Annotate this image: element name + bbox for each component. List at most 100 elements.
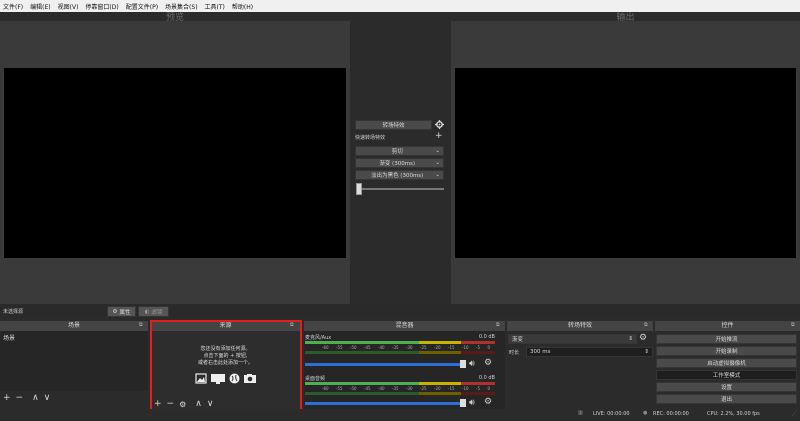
no-source-selected-label: 未选择源 — [3, 309, 24, 315]
sources-highlight-frame — [150, 320, 302, 414]
undock-icon[interactable]: ⧉ — [791, 322, 795, 328]
duration-value: 300 ms — [530, 349, 551, 355]
tick: -45 — [364, 386, 371, 391]
duration-label: 时长 — [509, 350, 520, 356]
undock-icon[interactable]: ⧉ — [644, 322, 648, 328]
live-status: LIVE: 00:00:00 — [593, 411, 630, 417]
add-scene-icon[interactable]: + — [3, 393, 11, 403]
studio-mode-button[interactable]: 工作室模式 — [656, 370, 797, 380]
exit-button[interactable]: 退出 — [656, 394, 797, 404]
tick: -25 — [420, 345, 427, 350]
mixer-channel-db: 0.0 dB — [478, 375, 495, 381]
undock-icon[interactable]: ⧉ — [139, 322, 143, 328]
t-bar-handle[interactable] — [356, 183, 362, 195]
preview-title: 预览 — [165, 13, 184, 23]
gear-icon: ⚙ — [112, 308, 118, 315]
filter-icon: ◐ — [144, 308, 150, 315]
quick-transition-fade-black-label: 淡出为黑色 (300ms) — [371, 173, 424, 179]
chevron-updown-icon: ⇕ — [628, 336, 633, 342]
scenes-dock: 场景 场景 + − ∧ ∨ — [0, 321, 148, 421]
transition-select-value: 渐变 — [512, 337, 524, 343]
quick-transition-cut[interactable]: 剪切 ⌄ — [355, 146, 444, 156]
level-meter — [305, 382, 495, 385]
program-title: 输出 — [616, 13, 635, 23]
chevron-down-icon: ⌄ — [435, 148, 440, 154]
tick: -60 — [322, 345, 329, 350]
transitions-dock-title: 转场特效 — [507, 321, 653, 331]
mixer-title: 混音器 — [304, 321, 505, 331]
start-virtual-camera-button[interactable]: 启动虚拟摄像机 — [656, 358, 797, 368]
start-recording-button[interactable]: 开始录制 — [656, 346, 797, 356]
tick: -40 — [378, 386, 385, 391]
mixer-channel-db: 0.0 dB — [478, 334, 495, 340]
volume-slider[interactable] — [305, 402, 463, 405]
remove-scene-icon[interactable]: − — [16, 393, 24, 403]
transition-button[interactable]: 转场特效 — [355, 120, 432, 130]
volume-slider[interactable] — [305, 363, 463, 366]
settings-button[interactable]: 设置 — [656, 382, 797, 392]
transition-gear-icon[interactable]: ⚙ — [639, 333, 647, 343]
tick: -10 — [462, 386, 469, 391]
tick: -50 — [350, 386, 357, 391]
mixer-channel-name: 桌面音频 — [305, 376, 326, 382]
speaker-icon[interactable]: 🔊︎ — [469, 359, 475, 369]
move-down-icon[interactable]: ∨ — [44, 393, 51, 403]
quick-transition-fade-label: 渐变 (300ms) — [379, 161, 416, 167]
mixer-gear-icon[interactable]: ⚙ — [484, 397, 492, 407]
cpu-fps-status: CPU: 2.2%, 30.00 fps — [707, 411, 760, 417]
transitions-dock: 转场特效 渐变 ⇕ ⚙ 时长 300 ms ⇕ — [507, 321, 653, 409]
move-up-icon[interactable]: ∧ — [32, 393, 39, 403]
undock-icon[interactable]: ⧉ — [290, 322, 294, 328]
tick: -30 — [406, 386, 413, 391]
volume-slider-handle[interactable] — [460, 399, 466, 407]
quick-transition-cut-label: 剪切 — [391, 149, 403, 155]
quick-transition-fade[interactable]: 渐变 (300ms) ⌄ — [355, 158, 444, 168]
chevron-down-icon: ⌄ — [435, 172, 440, 178]
transition-select[interactable]: 渐变 ⇕ — [508, 334, 637, 344]
quick-transitions-label: 快速转场特效 — [355, 135, 386, 141]
meter-dark — [305, 351, 495, 354]
meter-ticks: -60 -55 -50 -45 -40 -35 -30 -25 -20 -15 -10 -5 0 — [322, 386, 490, 391]
transition-gear-icon[interactable] — [434, 119, 445, 130]
tick: -55 — [336, 386, 343, 391]
duration-spinbox[interactable]: 300 ms ⇕ — [526, 347, 653, 357]
chevron-updown-icon: ⇕ — [644, 349, 649, 355]
preview-canvas[interactable] — [4, 68, 346, 258]
mixer-body: 麦克风/Aux 0.0 dB -60 -55 -50 -45 -40 -35 -30 -25-… — [304, 331, 505, 409]
undock-icon[interactable]: ⧉ — [496, 322, 500, 328]
record-indicator-icon: ● — [643, 410, 648, 416]
properties-button[interactable]: ⚙ 属性 — [107, 306, 136, 317]
speaker-icon[interactable]: 🔊︎ — [469, 398, 475, 408]
tick: -45 — [364, 345, 371, 350]
filters-button[interactable]: ◐ 滤镜 — [138, 306, 169, 317]
network-icon: ▥ — [578, 410, 583, 416]
tick: -30 — [406, 345, 413, 350]
tick: 0 — [487, 345, 490, 350]
mixer-gear-icon[interactable]: ⚙ — [484, 358, 492, 368]
scenes-list: 场景 — [0, 331, 148, 391]
scene-item[interactable]: 场景 — [3, 333, 145, 342]
tick: 0 — [487, 386, 490, 391]
tick: -20 — [434, 345, 441, 350]
volume-slider-handle[interactable] — [460, 360, 466, 368]
tick: -35 — [392, 386, 399, 391]
tick: -60 — [322, 386, 329, 391]
controls-dock: 控件 开始推流 开始录制 启动虚拟摄像机 工作室模式 设置 退出 — [655, 321, 800, 409]
add-quick-transition-icon[interactable]: + — [435, 131, 443, 141]
resize-grip-icon[interactable]: ⋰ — [792, 411, 797, 417]
tick: -50 — [350, 345, 357, 350]
start-streaming-button[interactable]: 开始推流 — [656, 334, 797, 344]
tick: -5 — [476, 345, 480, 350]
program-canvas — [455, 68, 796, 258]
tick: -15 — [448, 345, 455, 350]
tick: -40 — [378, 345, 385, 350]
properties-label: 属性 — [119, 309, 131, 316]
mixer-channel-name: 麦克风/Aux — [305, 335, 332, 341]
tick: -10 — [462, 345, 469, 350]
tick: -55 — [336, 345, 343, 350]
tick: -5 — [476, 386, 480, 391]
meter-dark — [305, 392, 495, 395]
quick-transition-fade-black[interactable]: 淡出为黑色 (300ms) ⌄ — [355, 170, 444, 180]
chevron-down-icon: ⌄ — [435, 160, 440, 166]
rec-status: REC: 00:00:00 — [653, 411, 689, 417]
